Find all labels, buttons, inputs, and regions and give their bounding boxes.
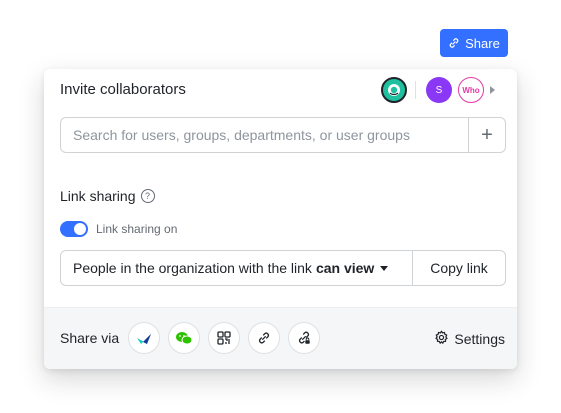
share-footer: Share via Settings — [44, 307, 517, 369]
link-icon — [448, 37, 460, 49]
copy-link-button[interactable]: Copy link — [412, 251, 505, 285]
avatar-user-who[interactable]: Who — [458, 77, 484, 103]
avatar-user-s[interactable]: S — [426, 77, 452, 103]
share-panel: Invite collaborators S Who + Link sharin… — [44, 69, 517, 369]
share-button[interactable]: Share — [440, 29, 508, 57]
link-sharing-toggle-label: Link sharing on — [96, 222, 178, 236]
link-icon[interactable] — [248, 322, 280, 354]
share-via-label: Share via — [60, 330, 120, 346]
caret-down-icon — [380, 265, 389, 271]
gear-icon — [434, 330, 449, 348]
lark-icon[interactable] — [128, 322, 160, 354]
permission-box: People in the organization with the link… — [60, 250, 506, 286]
invite-title: Invite collaborators — [60, 81, 186, 98]
share-button-label: Share — [465, 35, 500, 51]
permission-level: can view — [315, 260, 375, 276]
search-box: + — [60, 117, 506, 153]
add-collaborator-button[interactable]: + — [468, 118, 505, 152]
app-avatar[interactable] — [381, 77, 407, 103]
link-sharing-title: Link sharing — [60, 188, 136, 204]
qrcode-icon[interactable] — [208, 322, 240, 354]
search-input[interactable] — [61, 118, 468, 152]
settings-label: Settings — [454, 331, 505, 347]
share-targets — [128, 322, 320, 354]
collaborator-avatars[interactable]: S Who — [381, 77, 495, 103]
permission-prefix: People in the organization with the link — [73, 260, 312, 276]
link-sharing-toggle[interactable] — [60, 221, 88, 237]
wechat-icon[interactable] — [168, 322, 200, 354]
avatar-divider — [415, 81, 416, 99]
permission-dropdown[interactable]: People in the organization with the link… — [61, 251, 412, 285]
help-icon[interactable]: ? — [140, 189, 155, 203]
link-sharing-toggle-row: Link sharing on — [60, 221, 177, 237]
settings-button[interactable]: Settings — [434, 330, 505, 348]
chevron-right-icon[interactable] — [490, 86, 495, 94]
link-sharing-heading: Link sharing ? — [60, 188, 155, 204]
link-secure-icon[interactable] — [288, 322, 320, 354]
